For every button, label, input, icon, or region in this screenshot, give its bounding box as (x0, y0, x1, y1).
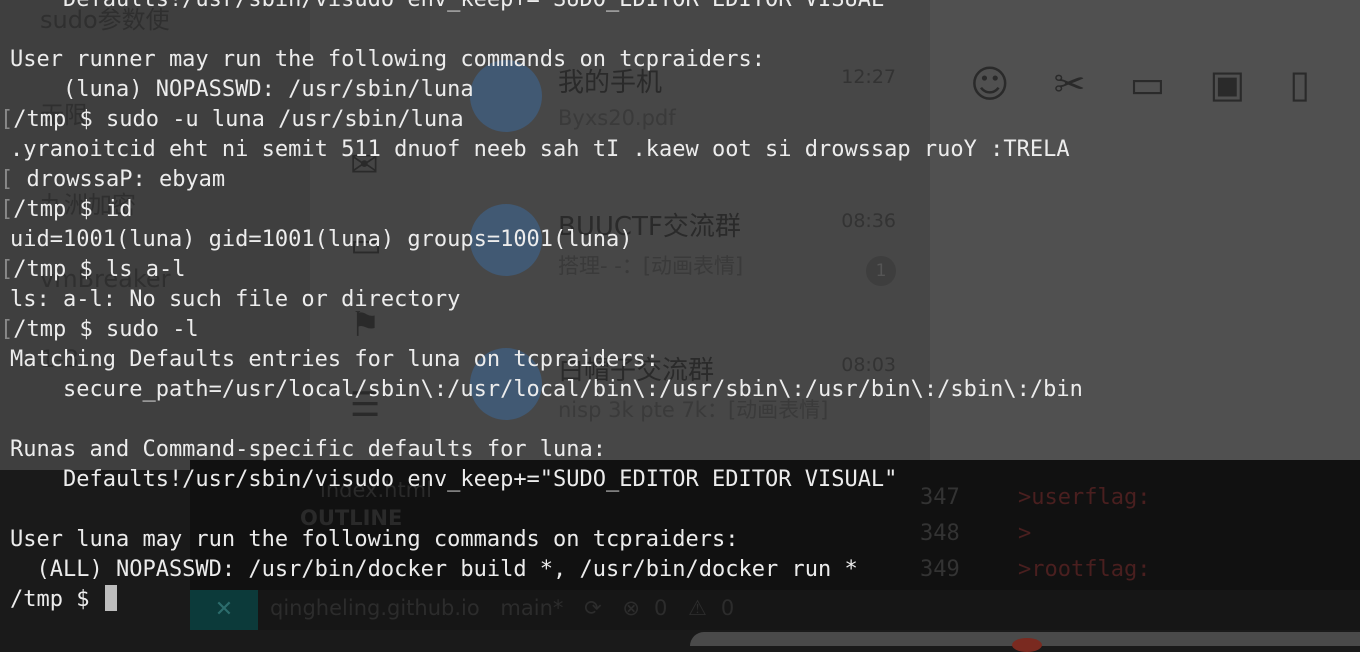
terminal-text: .yranoitcid eht ni semit 511 dnuof neeb … (10, 137, 1070, 162)
terminal-text: Defaults!/usr/sbin/visudo env_keep+="SUD… (10, 0, 897, 12)
terminal-output-line: Defaults!/usr/sbin/visudo env_keep+="SUD… (10, 465, 1083, 495)
terminal-text: User luna may run the following commands… (10, 527, 739, 552)
terminal-text: Runas and Command-specific defaults for … (10, 437, 607, 462)
terminal-text: ls: a-l: No such file or directory (10, 287, 461, 312)
terminal-command-line: [/tmp $ id (0, 195, 1083, 225)
terminal-text: /tmp $ sudo -u luna /usr/sbin/luna (13, 107, 464, 132)
prompt-marker: [ (0, 317, 14, 342)
terminal-command-line: [ drowssaP: ebyam (0, 165, 1083, 195)
terminal-output-line: User luna may run the following commands… (10, 525, 1083, 555)
terminal-output-line: (ALL) NOPASSWD: /usr/bin/docker build *,… (10, 555, 1083, 585)
terminal-window[interactable]: Defaults!/usr/sbin/visudo env_keep+="SUD… (0, 0, 1360, 630)
terminal-output-line: Defaults!/usr/sbin/visudo env_keep+="SUD… (10, 0, 1083, 15)
terminal-command-line: [/tmp $ sudo -l (0, 315, 1083, 345)
terminal-text: Defaults!/usr/sbin/visudo env_keep+="SUD… (10, 467, 898, 492)
terminal-command-line: [/tmp $ sudo -u luna /usr/sbin/luna (0, 105, 1083, 135)
prompt-marker: [ (0, 107, 14, 132)
terminal-output-line: Matching Defaults entries for luna on tc… (10, 345, 1083, 375)
terminal-text: secure_path=/usr/local/sbin\:/usr/local/… (10, 377, 1083, 402)
terminal-output-line: ls: a-l: No such file or directory (10, 285, 1083, 315)
terminal-text: /tmp $ sudo -l (13, 317, 199, 342)
terminal-output-line: User runner may run the following comman… (10, 45, 1083, 75)
terminal-cursor (104, 585, 117, 611)
dock-app-icon[interactable] (1012, 638, 1042, 652)
dock (690, 632, 1360, 652)
terminal-text: /tmp $ id (13, 197, 133, 222)
terminal-text: /tmp $ ls a-l (13, 257, 186, 282)
terminal-current-prompt[interactable]: /tmp $ (10, 585, 1083, 615)
terminal-output-line: secure_path=/usr/local/sbin\:/usr/local/… (10, 375, 1083, 405)
terminal-text: uid=1001(luna) gid=1001(luna) groups=100… (10, 227, 633, 252)
terminal-output-line: Runas and Command-specific defaults for … (10, 435, 1083, 465)
terminal-text: User runner may run the following comman… (10, 47, 765, 72)
terminal-command-line: [/tmp $ ls a-l (0, 255, 1083, 285)
prompt-text: /tmp $ (10, 587, 103, 612)
terminal-output-line: (luna) NOPASSWD: /usr/sbin/luna (10, 75, 1083, 105)
terminal-text: (ALL) NOPASSWD: /usr/bin/docker build *,… (10, 557, 858, 582)
prompt-marker: [ (0, 167, 14, 192)
terminal-output-line: .yranoitcid eht ni semit 511 dnuof neeb … (10, 135, 1083, 165)
prompt-marker: [ (0, 257, 14, 282)
terminal-text: drowssaP: ebyam (13, 167, 226, 192)
terminal-text: (luna) NOPASSWD: /usr/sbin/luna (10, 77, 474, 102)
terminal-output-line: uid=1001(luna) gid=1001(luna) groups=100… (10, 225, 1083, 255)
terminal-text: Matching Defaults entries for luna on tc… (10, 347, 660, 372)
prompt-marker: [ (0, 197, 14, 222)
terminal-output: Defaults!/usr/sbin/visudo env_keep+="SUD… (0, 0, 1083, 615)
